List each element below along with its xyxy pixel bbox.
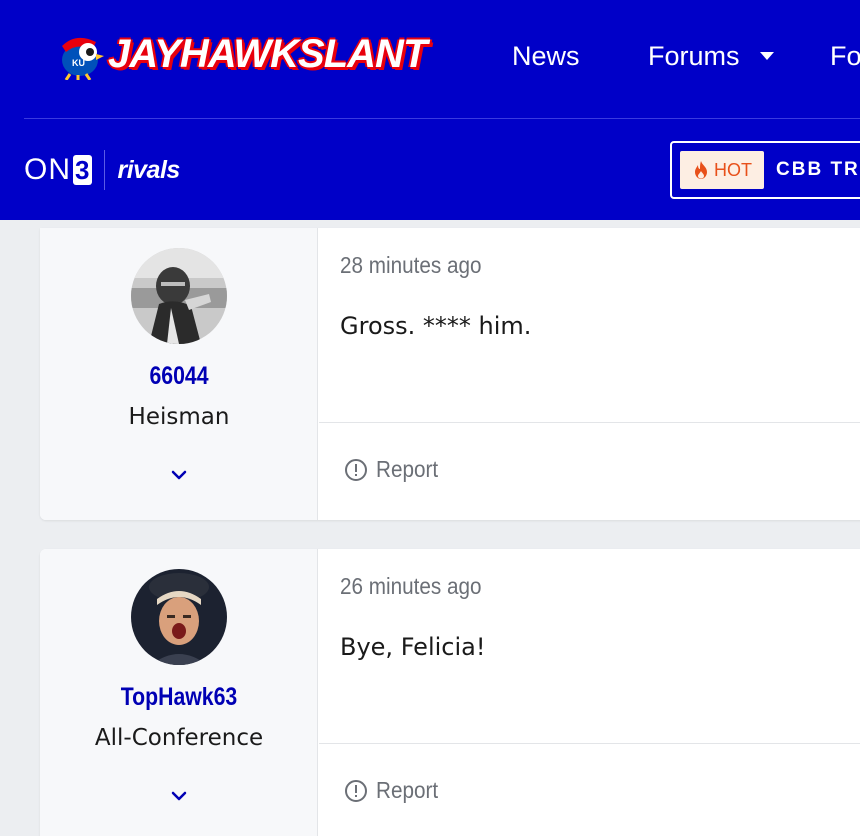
- author-rank: All-Conference: [94, 725, 264, 751]
- header-divider: [24, 118, 860, 119]
- report-label: Report: [376, 777, 439, 803]
- flame-icon: [695, 161, 707, 179]
- post-author: TopHawk63 All-Conference: [40, 549, 318, 836]
- report-button[interactable]: Report: [344, 777, 445, 804]
- on3-logo: ON 3: [24, 153, 93, 186]
- author-username[interactable]: 66044: [61, 362, 297, 391]
- site-header: KU JAYHAWKSLANT News Forums Fo ON 3 rival…: [0, 0, 860, 220]
- author-rank: Heisman: [128, 404, 230, 430]
- nav-item-forums[interactable]: Forums: [648, 36, 774, 76]
- post-footer-divider: [319, 422, 860, 423]
- post-body: Gross. **** him.: [340, 312, 532, 340]
- trending-text[interactable]: CBB TR: [776, 159, 860, 181]
- avatar[interactable]: [131, 248, 227, 344]
- author-username[interactable]: TopHawk63: [61, 683, 297, 712]
- avatar-image: [131, 248, 227, 344]
- site-logo[interactable]: KU JAYHAWKSLANT: [52, 28, 427, 80]
- post-body: Bye, Felicia!: [340, 633, 486, 661]
- site-wordmark: JAYHAWKSLANT: [108, 32, 427, 76]
- report-label: Report: [376, 456, 439, 482]
- forum-post: 66044 Heisman 28 minutes ago Gross. ****…: [40, 228, 860, 520]
- chevron-down-icon[interactable]: [169, 468, 189, 482]
- nav-item-more[interactable]: Fo: [830, 36, 860, 76]
- jayhawk-mascot-icon: KU: [62, 37, 104, 80]
- nav-item-forums-label: Forums: [648, 41, 740, 71]
- svg-text:KU: KU: [72, 58, 85, 68]
- report-button[interactable]: Report: [344, 456, 445, 483]
- post-footer-divider: [319, 743, 860, 744]
- nav-item-news[interactable]: News: [512, 36, 580, 76]
- chevron-down-icon[interactable]: [169, 789, 189, 803]
- post-timestamp: 28 minutes ago: [340, 252, 482, 278]
- rivals-logo: rivals: [117, 155, 180, 184]
- hot-badge: HOT: [680, 151, 764, 189]
- alert-circle-icon: [345, 779, 367, 802]
- network-divider: [104, 150, 106, 190]
- trending-ticker[interactable]: HOT CBB TR: [670, 141, 860, 199]
- avatar[interactable]: [131, 569, 227, 665]
- avatar-image: [131, 569, 227, 665]
- alert-circle-icon: [345, 458, 367, 481]
- caret-down-icon[interactable]: [759, 52, 774, 60]
- forum-post: TopHawk63 All-Conference 26 minutes ago …: [40, 549, 860, 836]
- hot-label: HOT: [714, 159, 752, 180]
- post-author: 66044 Heisman: [40, 228, 318, 520]
- network-logos[interactable]: ON 3 rivals: [24, 150, 180, 190]
- post-timestamp: 26 minutes ago: [340, 573, 482, 599]
